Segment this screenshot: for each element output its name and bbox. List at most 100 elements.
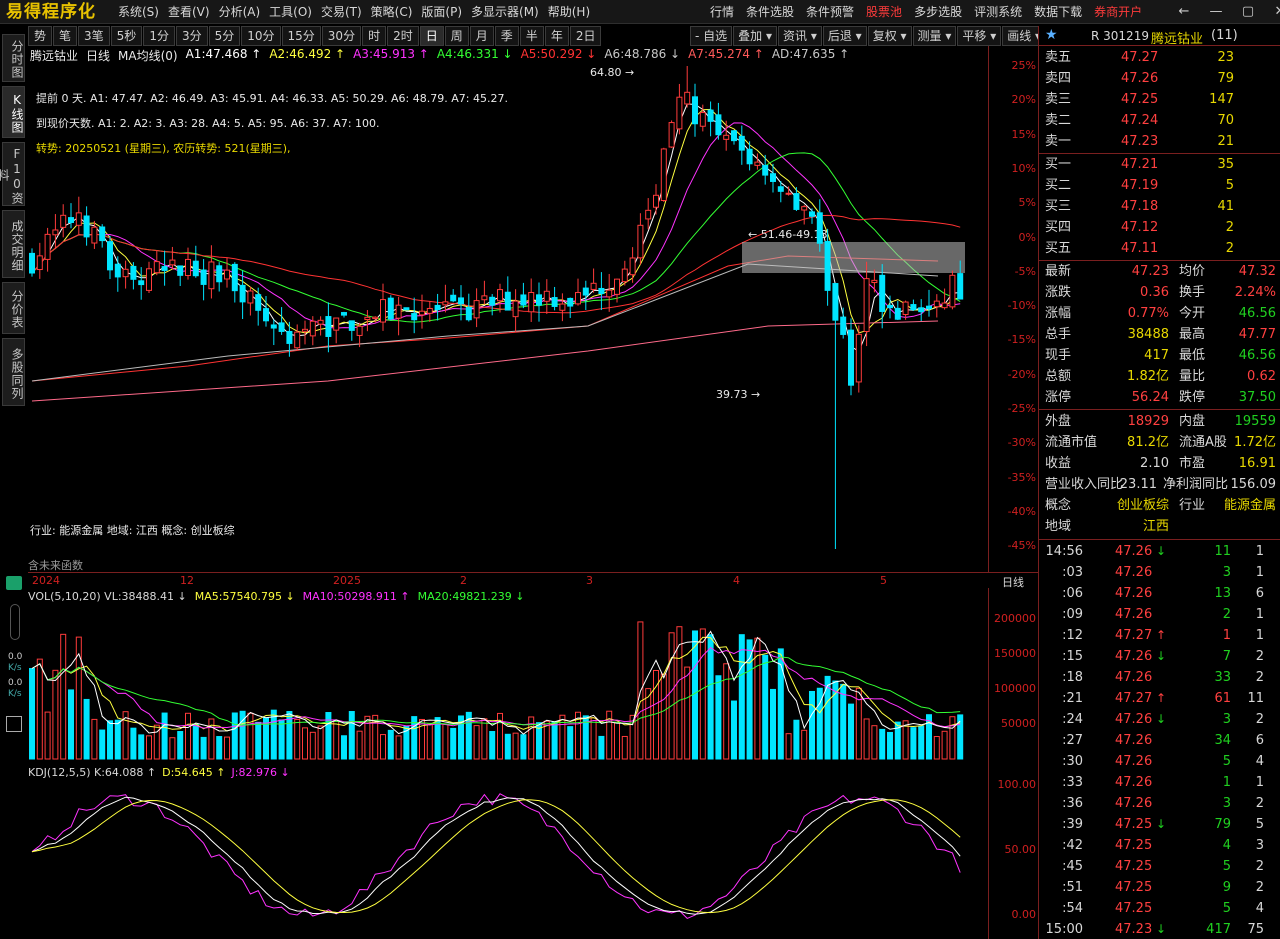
- candle: [832, 282, 839, 549]
- tool-button-1[interactable]: 叠加 ▾: [733, 26, 777, 46]
- period-button-18[interactable]: 2日: [569, 26, 602, 46]
- screenshot-icon[interactable]: [6, 716, 22, 732]
- tick-volume: 5: [1222, 859, 1231, 874]
- menu-item-5[interactable]: 策略(C): [371, 0, 413, 24]
- tick-price: 47.26: [1115, 607, 1153, 622]
- quote2-value: 创业板综: [1116, 498, 1169, 513]
- period-button-16[interactable]: 半: [519, 26, 544, 46]
- quote2-label: 市盈: [1179, 456, 1206, 471]
- volume-chart[interactable]: [28, 604, 988, 764]
- quote2-row: 地域 江西: [1039, 516, 1280, 537]
- period-button-12[interactable]: 日: [419, 26, 444, 46]
- tick-price: 47.26: [1115, 586, 1153, 601]
- tool-button-5[interactable]: 测量 ▾: [912, 26, 957, 46]
- quote2-value: 1.72亿: [1234, 435, 1276, 450]
- menu-item-6[interactable]: 版面(P): [421, 0, 462, 24]
- shield-icon[interactable]: [6, 576, 22, 590]
- period-button-11[interactable]: 2时: [387, 26, 419, 46]
- left-tab-2[interactable]: F10资料: [0, 142, 25, 206]
- right-menu-item-7[interactable]: 券商开户: [1094, 0, 1142, 24]
- tick-row: :36 47.26 3 2: [1039, 793, 1280, 814]
- period-button-6[interactable]: 5分: [208, 26, 241, 46]
- period-button-7[interactable]: 10分: [241, 26, 281, 46]
- period-button-10[interactable]: 时: [362, 26, 387, 46]
- menu-item-4[interactable]: 交易(T): [321, 0, 362, 24]
- tick-row: :54 47.25 5 4: [1039, 898, 1280, 919]
- tick-count: 1: [1255, 544, 1264, 559]
- right-menu-item-0[interactable]: 行情: [710, 0, 734, 24]
- buy-volume: 5: [1225, 178, 1234, 193]
- star-icon[interactable]: ★: [1045, 27, 1058, 43]
- period-button-17[interactable]: 年: [544, 26, 569, 46]
- tool-button-3[interactable]: 后退 ▾: [822, 26, 867, 46]
- sell-price: 47.27: [1121, 50, 1159, 65]
- tool-button-4[interactable]: 复权 ▾: [867, 26, 912, 46]
- sell-price: 47.25: [1121, 92, 1159, 107]
- volume-bar: [44, 711, 51, 760]
- menu-item-1[interactable]: 查看(V): [168, 0, 210, 24]
- right-menu-item-1[interactable]: 条件选股: [746, 0, 794, 24]
- quote-label: 最高: [1179, 327, 1206, 342]
- minimize-icon[interactable]: —: [1200, 0, 1232, 24]
- candlestick-chart[interactable]: ← 51.46-49.13 64.80 → 39.73 →: [28, 46, 988, 572]
- left-tab-3[interactable]: 成交明细: [2, 210, 25, 278]
- tick-price: 47.26: [1115, 649, 1153, 664]
- tick-volume: 61: [1214, 691, 1231, 706]
- candle: [200, 259, 207, 301]
- vol-tick-0: 200000: [994, 612, 1036, 625]
- scroll-toggle-icon[interactable]: [10, 604, 20, 640]
- tick-count: 6: [1255, 733, 1264, 748]
- period-button-14[interactable]: 月: [469, 26, 494, 46]
- volume-bar: [723, 663, 730, 760]
- period-button-2[interactable]: 3笔: [78, 26, 110, 46]
- candle: [653, 184, 659, 215]
- volume-bar: [840, 683, 847, 760]
- quote-value: 1.82亿: [1127, 369, 1169, 384]
- left-tab-0[interactable]: 分时图: [2, 34, 25, 82]
- period-button-8[interactable]: 15分: [281, 26, 321, 46]
- right-menu-item-5[interactable]: 评测系统: [974, 0, 1022, 24]
- period-button-4[interactable]: 1分: [143, 26, 175, 46]
- left-tab-1[interactable]: K线图: [2, 86, 25, 138]
- period-button-9[interactable]: 30分: [321, 26, 362, 46]
- pct-tick-3: 10%: [1011, 161, 1036, 175]
- tick-price: 47.26: [1115, 670, 1153, 685]
- back-icon[interactable]: ←: [1168, 0, 1200, 24]
- period-button-15[interactable]: 季: [494, 26, 519, 46]
- tool-button-0[interactable]: - 自选: [690, 26, 733, 46]
- vol-tick-1: 150000: [994, 647, 1036, 660]
- right-menu-item-2[interactable]: 条件预警: [806, 0, 854, 24]
- candle: [29, 248, 35, 277]
- menu-item-7[interactable]: 多显示器(M): [471, 0, 539, 24]
- tick-time: :33: [1062, 775, 1083, 790]
- period-button-5[interactable]: 3分: [175, 26, 208, 46]
- menu-item-3[interactable]: 工具(O): [269, 0, 312, 24]
- maximize-icon[interactable]: ▢: [1232, 0, 1264, 24]
- tick-price: 47.25: [1115, 838, 1153, 853]
- candle: [840, 307, 847, 339]
- period-button-3[interactable]: 5秒: [110, 26, 143, 46]
- right-menu-item-4[interactable]: 多步选股: [914, 0, 962, 24]
- tool-button-2[interactable]: 资讯 ▾: [778, 26, 822, 46]
- candle: [926, 289, 932, 317]
- sell-row: 卖三 47.25 147: [1039, 89, 1280, 110]
- menu-item-2[interactable]: 分析(A): [219, 0, 261, 24]
- left-tab-5[interactable]: 多股同列: [2, 338, 25, 406]
- period-button-0[interactable]: 势: [28, 26, 53, 46]
- period-button-1[interactable]: 笔: [53, 26, 78, 46]
- period-button-13[interactable]: 周: [444, 26, 469, 46]
- pct-tick-7: -10%: [1007, 299, 1036, 313]
- kdj-chart[interactable]: [28, 778, 988, 938]
- tool-button-6[interactable]: 平移 ▾: [957, 26, 1002, 46]
- range-box[interactable]: [742, 242, 965, 273]
- quote-label: 换手: [1179, 285, 1206, 300]
- menu-item-0[interactable]: 系统(S): [118, 0, 159, 24]
- right-menu-item-6[interactable]: 数据下载: [1034, 0, 1082, 24]
- stock-code: R 301219: [1091, 29, 1149, 43]
- right-menu-item-3[interactable]: 股票池: [866, 0, 902, 24]
- tick-count: 4: [1255, 901, 1264, 916]
- left-tab-4[interactable]: 分价表: [2, 282, 25, 334]
- menu-item-8[interactable]: 帮助(H): [548, 0, 590, 24]
- tick-row: :51 47.25 9 2: [1039, 877, 1280, 898]
- close-icon[interactable]: ✕: [1264, 0, 1280, 24]
